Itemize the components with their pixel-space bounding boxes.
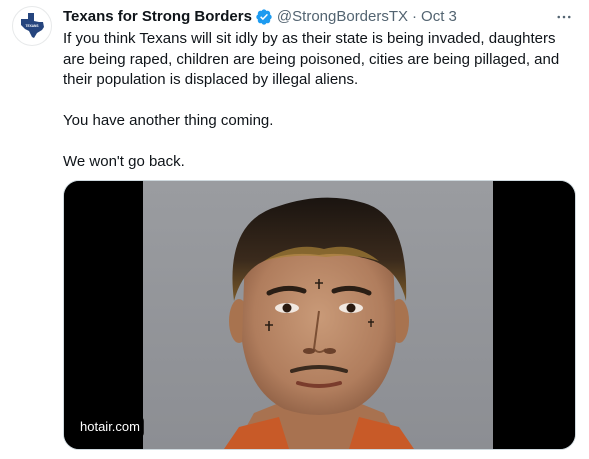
tweet-header: Texans for Strong Borders @StrongBorders… bbox=[63, 7, 457, 27]
separator-dot: · bbox=[412, 8, 418, 25]
tweet-paragraph: We won't go back. bbox=[63, 153, 185, 170]
tweet-paragraph: If you think Texans will sit idly by as … bbox=[63, 30, 560, 88]
media-source-label: hotair.com bbox=[76, 417, 144, 437]
display-name[interactable]: Texans for Strong Borders bbox=[63, 7, 252, 27]
tweet-date[interactable]: Oct 3 bbox=[421, 7, 457, 27]
texas-map-logo-icon: TEXANS bbox=[21, 13, 44, 38]
account-handle[interactable]: @StrongBordersTX bbox=[277, 7, 408, 27]
tweet-paragraph: You have another thing coming. bbox=[63, 112, 274, 129]
svg-text:TEXANS: TEXANS bbox=[26, 24, 39, 28]
tweet-media-photo[interactable]: hotair.com bbox=[63, 180, 576, 450]
more-horizontal-icon[interactable] bbox=[553, 6, 575, 28]
tweet-text: If you think Texans will sit idly by as … bbox=[63, 29, 578, 173]
verified-badge-icon[interactable] bbox=[255, 8, 273, 26]
mugshot-photo bbox=[64, 181, 575, 449]
avatar[interactable]: TEXANS bbox=[12, 6, 52, 46]
tweet-card[interactable]: TEXANS Texans for Strong Borders @Strong… bbox=[0, 0, 589, 459]
